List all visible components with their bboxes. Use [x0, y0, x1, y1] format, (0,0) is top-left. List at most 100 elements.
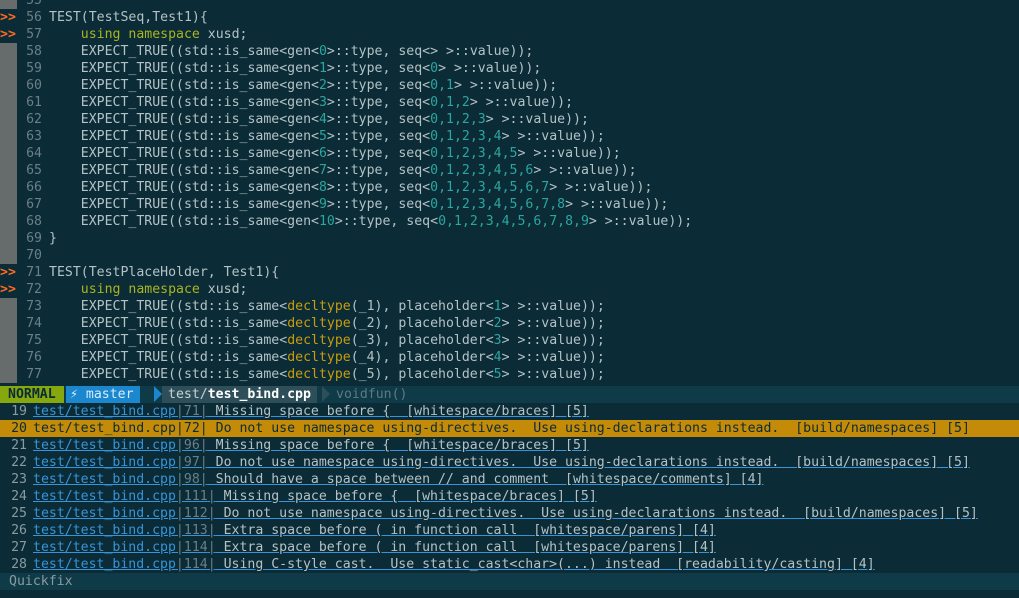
code-token: TEST(TestPlaceHolder, Test1){	[49, 265, 280, 280]
quickfix-entry[interactable]: test/test_bind.cpp|111| Missing space be…	[33, 488, 597, 505]
code-line[interactable]: 64 EXPECT_TRUE((std::is_same<gen<6>::typ…	[0, 145, 1019, 162]
code-line[interactable]: 69}	[0, 230, 1019, 247]
sign-column: >>	[0, 264, 17, 281]
code-line[interactable]: 62 EXPECT_TRUE((std::is_same<gen<4>::typ…	[0, 111, 1019, 128]
code-line[interactable]: 63 EXPECT_TRUE((std::is_same<gen<5>::typ…	[0, 128, 1019, 145]
code-line[interactable]: 60 EXPECT_TRUE((std::is_same<gen<2>::typ…	[0, 77, 1019, 94]
code-line[interactable]: 76 EXPECT_TRUE((std::is_same<decltype(_4…	[0, 349, 1019, 366]
code-text: EXPECT_TRUE((std::is_same<decltype(_2), …	[49, 315, 605, 332]
code-line[interactable]: 74 EXPECT_TRUE((std::is_same<decltype(_2…	[0, 315, 1019, 332]
separator: |	[207, 489, 216, 504]
quickfix-list[interactable]: 19 test/test_bind.cpp|71| Missing space b…	[0, 403, 1019, 573]
quickfix-file-link[interactable]: test/test_bind.cpp	[33, 455, 176, 470]
code-line[interactable]: 75 EXPECT_TRUE((std::is_same<decltype(_3…	[0, 332, 1019, 349]
code-token: 0	[430, 61, 439, 76]
code-token: decltype	[287, 299, 351, 314]
quickfix-file-link[interactable]: test/test_bind.cpp	[33, 540, 176, 555]
code-token: (_1), placeholder<	[350, 299, 494, 314]
quickfix-entry[interactable]: test/test_bind.cpp|96| Missing space bef…	[33, 437, 589, 454]
code-line[interactable]: 55	[0, 0, 1019, 9]
quickfix-entry[interactable]: test/test_bind.cpp|72| Do not use namesp…	[33, 420, 970, 437]
code-token: 9	[318, 197, 327, 212]
code-line[interactable]: >> 57 using namespace xusd;	[0, 26, 1019, 43]
code-line[interactable]: 70	[0, 247, 1019, 264]
code-line[interactable]: 66 EXPECT_TRUE((std::is_same<gen<8>::typ…	[0, 179, 1019, 196]
code-token: 4	[318, 112, 327, 127]
code-token: EXPECT_TRUE((std::is_same<gen<	[49, 214, 319, 229]
code-line[interactable]: 67 EXPECT_TRUE((std::is_same<gen<9>::typ…	[0, 196, 1019, 213]
quickfix-row[interactable]: 22 test/test_bind.cpp|97| Do not use name…	[0, 454, 1019, 471]
quickfix-entry[interactable]: test/test_bind.cpp|71| Missing space bef…	[33, 403, 589, 420]
line-number: 62	[26, 112, 42, 127]
quickfix-index: 19	[11, 404, 27, 419]
file-name: test_bind.cpp	[207, 387, 311, 402]
code-token: EXPECT_TRUE((std::is_same<gen<	[49, 78, 319, 93]
quickfix-row[interactable]: 19 test/test_bind.cpp|71| Missing space b…	[0, 403, 1019, 420]
quickfix-file-link[interactable]: test/test_bind.cpp	[33, 506, 176, 521]
quickfix-index: 24	[11, 489, 27, 504]
code-token: EXPECT_TRUE((std::is_same<	[49, 316, 288, 331]
code-line[interactable]: >> 72 using namespace xusd;	[0, 281, 1019, 298]
line-number: 77	[26, 367, 42, 382]
code-line[interactable]: 59 EXPECT_TRUE((std::is_same<gen<1>::typ…	[0, 60, 1019, 77]
quickfix-row[interactable]: 25 test/test_bind.cpp|112| Do not use nam…	[0, 505, 1019, 522]
sign-column	[0, 111, 17, 128]
code-token: 0,1	[430, 78, 454, 93]
code-line[interactable]: >> 56 TEST(TestSeq,Test1){	[0, 9, 1019, 26]
code-line[interactable]: 77 EXPECT_TRUE((std::is_same<decltype(_5…	[0, 366, 1019, 383]
quickfix-file-link[interactable]: test/test_bind.cpp	[33, 557, 176, 572]
code-editor[interactable]: 55 >> 56 TEST(TestSeq,Test1){>> 57 using nam…	[0, 0, 1019, 386]
quickfix-entry[interactable]: test/test_bind.cpp|98| Should have a spa…	[33, 471, 764, 488]
code-token: EXPECT_TRUE((std::is_same<	[49, 333, 288, 348]
code-line[interactable]: 73 EXPECT_TRUE((std::is_same<decltype(_1…	[0, 298, 1019, 315]
code-text: using namespace xusd;	[49, 281, 248, 298]
code-token: (_2), placeholder<	[350, 316, 494, 331]
quickfix-label: Quickfix	[9, 574, 73, 589]
code-line[interactable]: 61 EXPECT_TRUE((std::is_same<gen<3>::typ…	[0, 94, 1019, 111]
quickfix-entry[interactable]: test/test_bind.cpp|114| Using C-style ca…	[33, 556, 875, 573]
quickfix-entry[interactable]: test/test_bind.cpp|113| Extra space befo…	[33, 522, 716, 539]
code-line[interactable]: 65 EXPECT_TRUE((std::is_same<gen<7>::typ…	[0, 162, 1019, 179]
separator: |	[175, 472, 184, 487]
code-token: decltype	[287, 316, 351, 331]
line-number: 72	[26, 282, 42, 297]
code-token: 0,1,2	[430, 95, 470, 110]
quickfix-message: Missing space before { [whitespace/brace…	[207, 404, 589, 419]
quickfix-row[interactable]: 27 test/test_bind.cpp|114| Extra space be…	[0, 539, 1019, 556]
quickfix-index: 26	[11, 523, 27, 538]
code-token: 0,1,2,3,4,5	[430, 146, 518, 161]
quickfix-row[interactable]: 21 test/test_bind.cpp|96| Missing space b…	[0, 437, 1019, 454]
quickfix-message: Missing space before { [whitespace/brace…	[207, 438, 589, 453]
code-token: 1	[318, 61, 327, 76]
quickfix-file-link[interactable]: test/test_bind.cpp	[33, 523, 176, 538]
quickfix-title-bar: Quickfix	[0, 573, 1019, 590]
quickfix-index: 20	[11, 421, 27, 436]
code-token: EXPECT_TRUE((std::is_same<gen<	[49, 129, 319, 144]
quickfix-entry[interactable]: test/test_bind.cpp|97| Do not use namesp…	[33, 454, 970, 471]
quickfix-row[interactable]: 24 test/test_bind.cpp|111| Missing space …	[0, 488, 1019, 505]
quickfix-row[interactable]: 28 test/test_bind.cpp|114| Using C-style …	[0, 556, 1019, 573]
code-text: EXPECT_TRUE((std::is_same<gen<0>::type, …	[49, 43, 534, 60]
quickfix-file-link[interactable]: test/test_bind.cpp	[33, 472, 176, 487]
line-number: 55	[26, 0, 42, 8]
quickfix-row-selected[interactable]: 20 test/test_bind.cpp|72| Do not use name…	[0, 420, 1019, 437]
quickfix-entry[interactable]: test/test_bind.cpp|112| Do not use names…	[33, 505, 978, 522]
code-line[interactable]: 68 EXPECT_TRUE((std::is_same<gen<10>::ty…	[0, 213, 1019, 230]
separator: |	[175, 421, 184, 436]
code-token: >::type, seq<	[326, 180, 431, 195]
quickfix-file-link[interactable]: test/test_bind.cpp	[33, 489, 176, 504]
quickfix-file-link[interactable]: test/test_bind.cpp	[33, 438, 176, 453]
quickfix-entry[interactable]: test/test_bind.cpp|114| Extra space befo…	[33, 539, 716, 556]
code-line[interactable]: 58 EXPECT_TRUE((std::is_same<gen<0>::typ…	[0, 43, 1019, 60]
code-token: > >::value));	[501, 316, 605, 331]
sign-column: >>	[0, 26, 17, 43]
quickfix-file-link[interactable]: test/test_bind.cpp	[33, 421, 176, 436]
quickfix-row[interactable]: 26 test/test_bind.cpp|113| Extra space be…	[0, 522, 1019, 539]
quickfix-file-link[interactable]: test/test_bind.cpp	[33, 404, 176, 419]
line-number: 58	[26, 44, 42, 59]
code-token: >::type, seq<	[326, 112, 431, 127]
code-line[interactable]: >> 71 TEST(TestPlaceHolder, Test1){	[0, 264, 1019, 281]
quickfix-row[interactable]: 23 test/test_bind.cpp|98| Should have a s…	[0, 471, 1019, 488]
sign-column	[0, 60, 17, 77]
quickfix-message: Do not use namespace using-directives. U…	[215, 506, 978, 521]
